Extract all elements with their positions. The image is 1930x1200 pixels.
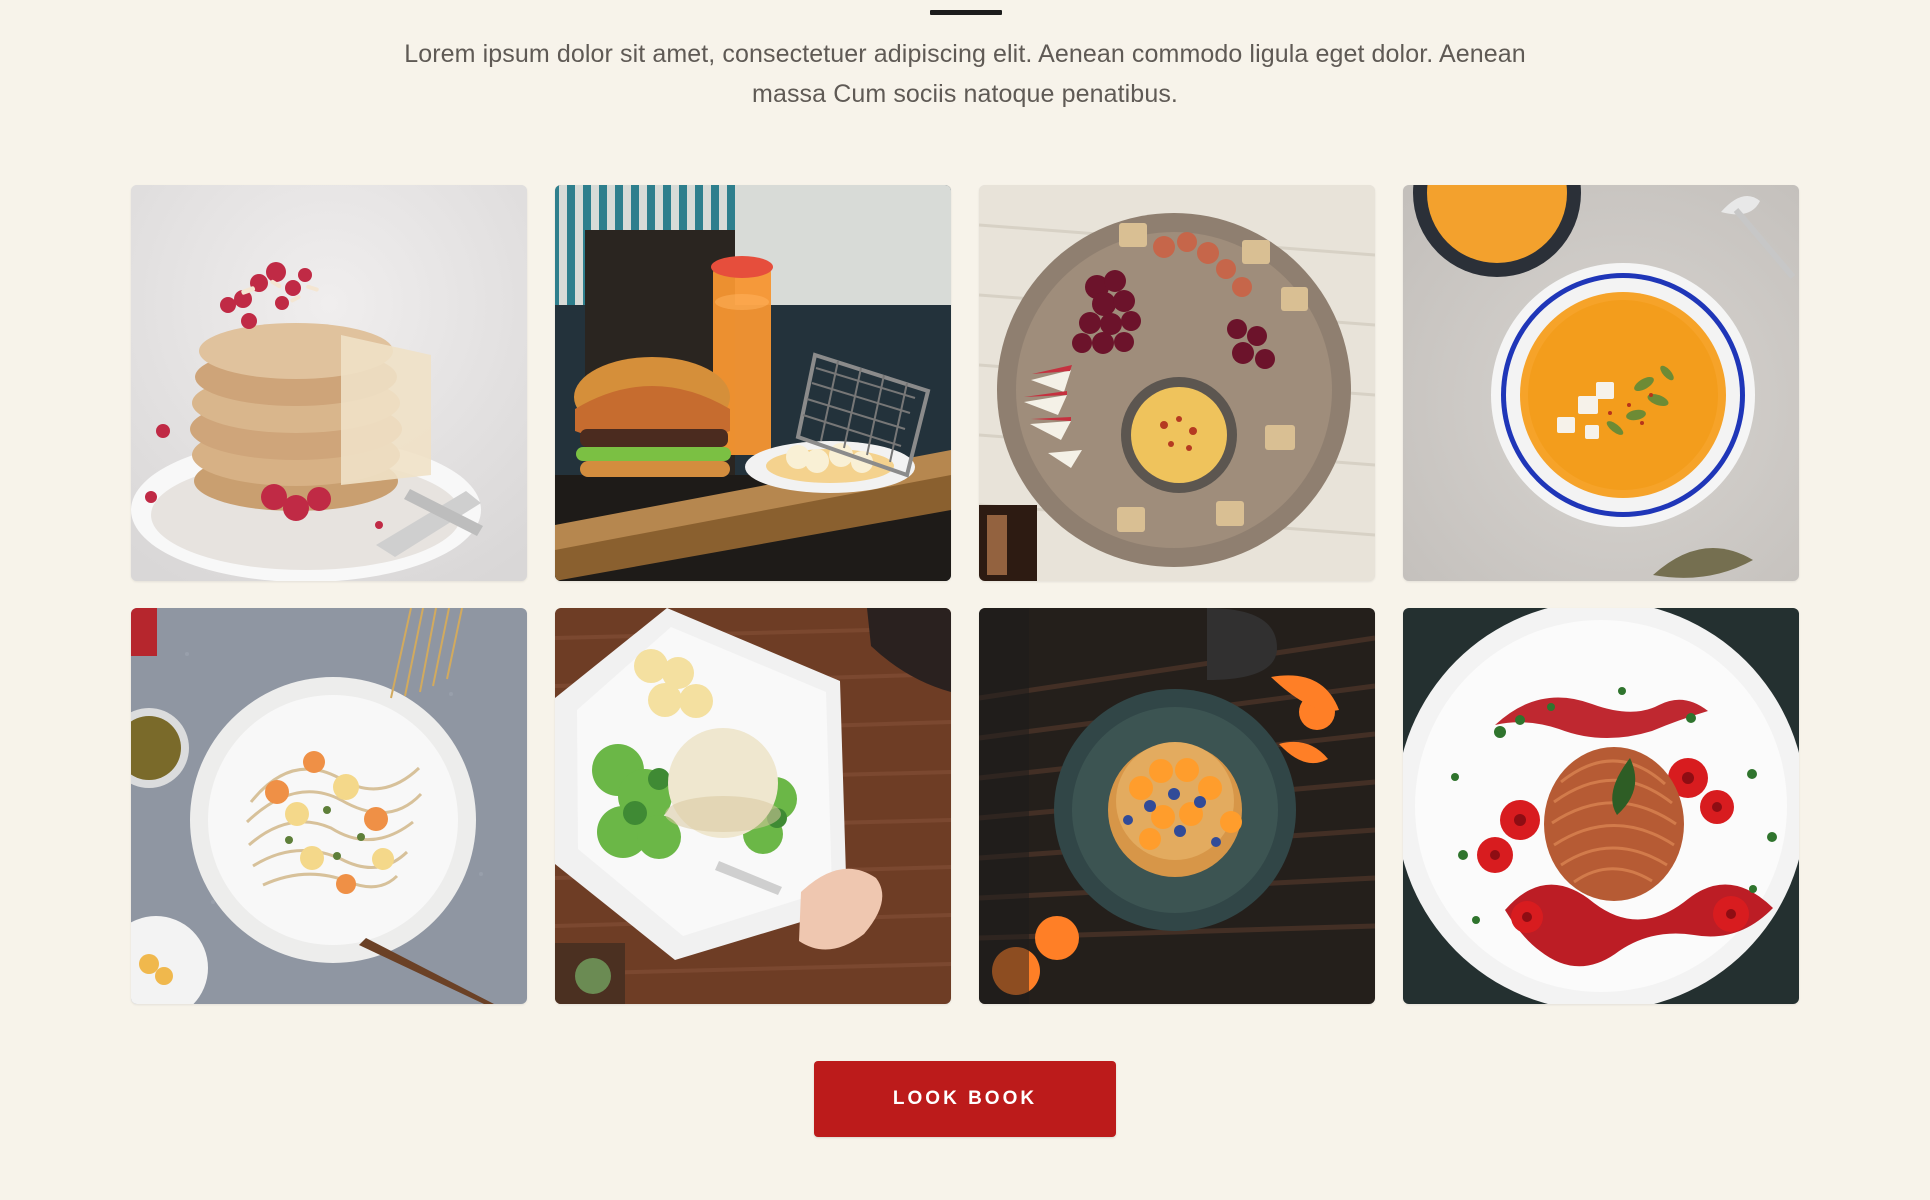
gallery-item-pasta-plate[interactable] [131, 608, 527, 1004]
burger-salad-photo [555, 608, 951, 1004]
charcuterie-board-photo [979, 185, 1375, 581]
gallery-item-burger-and-drink[interactable] [555, 185, 951, 581]
section-intro-text: Lorem ipsum dolor sit amet, consectetuer… [404, 40, 1526, 108]
gallery-item-pumpkin-soup[interactable] [1403, 185, 1799, 581]
pumpkin-soup-photo [1403, 185, 1799, 581]
gallery-section: Lorem ipsum dolor sit amet, consectetuer… [0, 0, 1930, 1200]
food-gallery [131, 185, 1801, 1005]
gallery-item-pancake-oranges[interactable] [979, 608, 1375, 1004]
gallery-item-pancake-stack[interactable] [131, 185, 527, 581]
gallery-item-charcuterie-board[interactable] [979, 185, 1375, 581]
pancake-oranges-photo [979, 608, 1375, 1004]
spaghetti-tomatoes-photo [1403, 608, 1799, 1004]
gallery-item-spaghetti-tomatoes[interactable] [1403, 608, 1799, 1004]
burger-and-drink-photo [555, 185, 951, 581]
pancake-stack-photo [131, 185, 527, 581]
pasta-plate-photo [131, 608, 527, 1004]
gallery-item-burger-salad[interactable] [555, 608, 951, 1004]
look-book-button[interactable]: LOOK BOOK [814, 1061, 1116, 1137]
section-divider [930, 10, 1002, 15]
